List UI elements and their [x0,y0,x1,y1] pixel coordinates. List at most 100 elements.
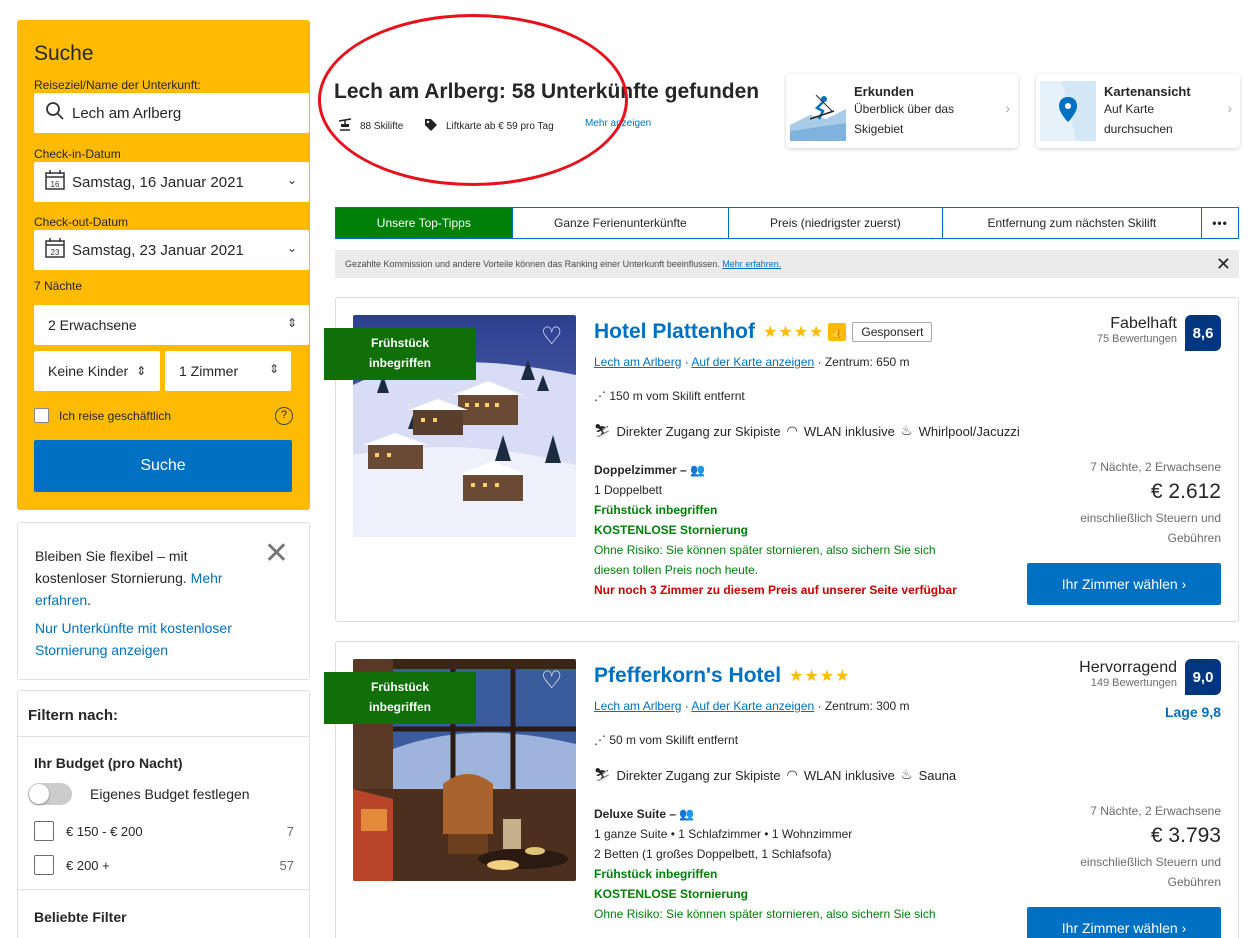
ranking-notice: Gezahlte Kommission und andere Vorteile … [335,250,1239,278]
tab-price-lowest[interactable]: Preis (niedrigster zuerst) [729,208,943,238]
price-block: 7 Nächte, 2 Erwachsene € 2.612 einschlie… [1051,460,1221,548]
close-icon[interactable]: ✕ [264,539,289,569]
adults-select[interactable]: 2 Erwachsene ⇕ [34,305,309,345]
free-cancellation-link[interactable]: Nur Unterkünfte mit kostenloser Stornier… [35,617,292,661]
budget-option-count: 57 [279,857,294,873]
skier-icon: ⛷ [594,423,611,438]
center-distance: Zentrum: 650 m [824,355,910,369]
destination-input[interactable]: Lech am Arlberg [34,93,309,133]
map-link[interactable]: Auf der Karte anzeigen [691,355,814,369]
select-room-button[interactable]: Ihr Zimmer wählen › [1027,563,1221,605]
help-icon[interactable]: ? [275,407,293,425]
flex-cancellation-box: Bleiben Sie flexibel – mit kostenloser S… [17,522,310,680]
select-room-button[interactable]: Ihr Zimmer wählen › [1027,907,1221,938]
checkbox[interactable] [34,408,49,423]
lift-distance: ⋰ 50 m vom Skilift entfernt [594,733,738,747]
map-card[interactable]: Kartenansicht Auf Karte durchsuchen › [1036,74,1240,148]
room-type: Deluxe Suite [594,807,667,821]
review-score[interactable]: Hervorragend 149 Bewertungen 9,0 [1079,659,1221,695]
amenity: Sauna [918,767,957,783]
location-score: Lage 9,8 [1164,704,1221,720]
heart-icon[interactable]: ♡ [541,322,563,351]
property-name[interactable]: Pfefferkorn's Hotel ★★★★ [594,664,850,688]
checkin-label: Check-in-Datum [34,147,121,161]
checkout-field[interactable]: 23 Samstag, 23 Januar 2021 ⌄ [34,230,309,270]
score-word: Hervorragend [1079,659,1177,676]
more-tabs-button[interactable]: ••• [1202,208,1238,238]
room-info: Deluxe Suite – 👥 1 ganze Suite • 1 Schla… [594,804,994,924]
guests-icon: 👥 [690,463,706,477]
filter-panel: Filtern nach: Ihr Budget (pro Nacht) Eig… [17,690,310,938]
children-value: Keine Kinder [48,363,129,379]
updown-icon: ⇕ [136,364,147,378]
amenity: Direkter Zugang zur Skipiste [616,423,781,439]
skier-icon [790,81,846,141]
property-card: Frühstück inbegriffen ♡ Hotel Plattenhof… [324,297,1239,622]
chevron-down-icon: ⌄ [286,173,297,187]
budget-title: Ihr Budget (pro Nacht) [34,755,183,771]
close-icon[interactable]: ✕ [1216,254,1231,275]
price: € 3.793 [1150,824,1221,847]
checkin-field[interactable]: 16 Samstag, 16 Januar 2021 ⌄ [34,162,309,202]
scarcity-text: Nur noch 3 Zimmer zu diesem Preis auf un… [594,583,957,597]
wifi-icon: ◠ [786,423,798,438]
town-link[interactable]: Lech am Arlberg [594,699,681,713]
business-checkbox[interactable]: Ich reise geschäftlich [34,408,171,423]
adults-value: 2 Erwachsene [48,317,137,333]
rooms-select[interactable]: 1 Zimmer ⇕ [165,351,291,391]
ski-lift-icon: ⋰ [594,389,606,403]
budget-toggle[interactable] [28,783,72,805]
svg-text:16: 16 [51,180,60,189]
review-score[interactable]: Fabelhaft 75 Bewertungen 8,6 [1097,315,1221,351]
budget-option[interactable]: € 200 + 57 [34,855,294,875]
notice-text: Gezahlte Kommission und andere Vorteile … [345,259,720,269]
children-select[interactable]: Keine Kinder ⇕ [34,351,160,391]
destination-label: Reiseziel/Name der Unterkunft: [34,78,201,92]
property-name[interactable]: Hotel Plattenhof ★★★★ 👍 Gesponsert [594,320,933,344]
budget-option[interactable]: € 150 - € 200 7 [34,821,294,841]
search-title: Suche [34,42,94,65]
tab-top-picks[interactable]: Unsere Top-Tipps [336,208,513,238]
flex-text: Bleiben Sie flexibel – mit kostenloser S… [35,545,225,611]
town-link[interactable]: Lech am Arlberg [594,355,681,369]
map-link[interactable]: Auf der Karte anzeigen [691,699,814,713]
explore-card[interactable]: Erkunden Überblick über das Skigebiet › [786,74,1018,148]
breakfast-included: Frühstück inbegriffen [594,503,718,517]
notice-link[interactable]: Mehr erfahren. [722,259,781,269]
free-cancellation: KOSTENLOSE Stornierung [594,523,749,537]
tab-distance-lift[interactable]: Entfernung zum nächsten Skilift [943,208,1203,238]
amenity: Whirlpool/Jacuzzi [918,423,1020,439]
tax-info: einschließlich Steuern und Gebühren [1080,855,1221,889]
map-text: Kartenansicht Auf Karte durchsuchen [1104,84,1204,139]
lift-distance-text: 50 m vom Skilift entfernt [609,733,739,747]
guests-icon: 👥 [679,807,695,821]
sort-tabs: Unsere Top-Tipps Ganze Ferienunterkünfte… [335,207,1239,239]
amenities: ⛷ Direkter Zugang zur Skipiste ◠ WLAN inkl… [594,423,1020,439]
search-button[interactable]: Suche [34,440,292,492]
checkbox[interactable] [34,821,54,841]
property-name-text[interactable]: Hotel Plattenhof [594,320,755,344]
explore-title: Erkunden [854,83,914,99]
score-badge: 9,0 [1185,659,1221,695]
checkout-value: Samstag, 23 Januar 2021 [72,241,244,259]
wifi-icon: ◠ [786,767,798,782]
calendar-icon: 23 [44,237,66,264]
map-title: Kartenansicht [1104,83,1191,99]
property-card: Frühstück inbegriffen ♡ Pfefferkorn's Ho… [324,641,1239,938]
property-name-text[interactable]: Pfefferkorn's Hotel [594,664,781,688]
popular-filters-title: Beliebte Filter [34,909,127,925]
checkin-value: Samstag, 16 Januar 2021 [72,173,244,191]
heart-icon[interactable]: ♡ [541,666,563,695]
tab-entire-homes[interactable]: Ganze Ferienunterkünfte [513,208,730,238]
amenity: Direkter Zugang zur Skipiste [616,767,781,783]
score-word: Fabelhaft [1110,315,1177,332]
lift-distance: ⋰ 150 m vom Skilift entfernt [594,389,745,403]
checkbox[interactable] [34,855,54,875]
checkout-label: Check-out-Datum [34,215,129,229]
review-count: 149 Bewertungen [1090,677,1177,689]
ribbon-text: Frühstück inbegriffen [369,680,431,714]
sponsored-badge: Gesponsert [852,322,933,342]
destination-value: Lech am Arlberg [72,104,182,122]
room-info: Doppelzimmer – 👥 1 Doppelbett Frühstück … [594,460,994,600]
explore-text: Erkunden Überblick über das Skigebiet [854,84,974,139]
